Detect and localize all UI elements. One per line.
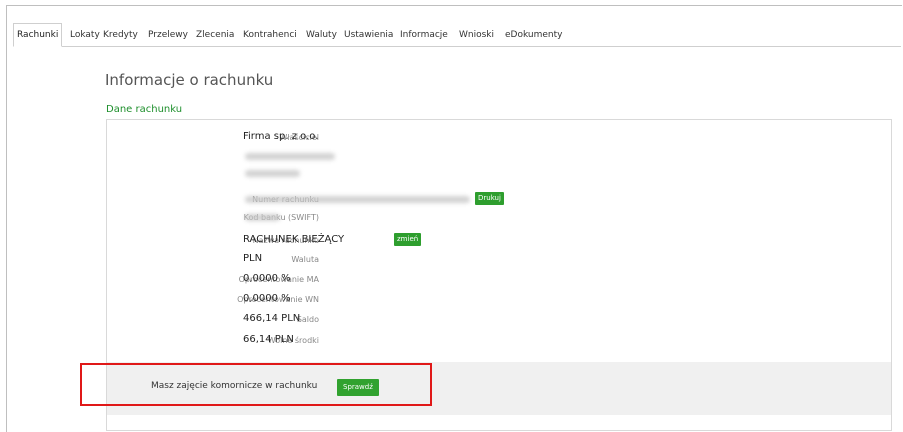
highlight-annotation-box	[80, 363, 432, 406]
tab-zlecenia[interactable]: Zlecenia	[196, 26, 234, 44]
page-title: Informacje o rachunku	[105, 71, 274, 89]
change-name-button[interactable]: zmień	[394, 233, 422, 246]
tab-bar: Rachunki Lokaty Kredyty Przelewy Zleceni…	[13, 22, 901, 47]
owner-address-line-2	[245, 170, 300, 177]
owner-value: Firma sp. z o.o.	[243, 131, 319, 142]
currency-value: PLN	[243, 253, 263, 264]
owner-address-line-1	[245, 153, 335, 160]
interest-ma-value: 0,0000 %	[243, 273, 291, 284]
tab-edokumenty[interactable]: eDokumenty	[505, 26, 562, 44]
tab-przelewy[interactable]: Przelewy	[148, 26, 188, 44]
tab-lokaty[interactable]: Lokaty	[70, 26, 100, 44]
tab-informacje[interactable]: Informacje	[400, 26, 448, 44]
interest-wn-value: 0,0000 %	[243, 293, 291, 304]
account-number-value	[245, 196, 470, 203]
bank-code-value	[245, 214, 280, 221]
interest-ma-label: Oprocentowanie MA	[238, 275, 319, 284]
interest-wn-label: Oprocentowanie WN	[237, 295, 319, 304]
print-button[interactable]: Drukuj	[475, 192, 504, 205]
tab-wnioski[interactable]: Wnioski	[459, 26, 494, 44]
tab-waluty[interactable]: Waluty	[306, 26, 337, 44]
tab-ustawienia[interactable]: Ustawienia	[344, 26, 393, 44]
tab-kredyty[interactable]: Kredyty	[103, 26, 138, 44]
section-title: Dane rachunku	[106, 104, 183, 115]
tab-kontrahenci[interactable]: Kontrahenci	[243, 26, 297, 44]
bank-code-label: Kod banku (SWIFT)	[243, 213, 319, 222]
tab-rachunki[interactable]: Rachunki	[13, 23, 63, 47]
available-funds-value: 66,14 PLN	[243, 334, 294, 345]
account-name-value: RACHUNEK BIEŻĄCY	[243, 234, 345, 245]
balance-value: 466,14 PLN	[243, 313, 301, 324]
currency-label: Waluta	[291, 255, 319, 264]
